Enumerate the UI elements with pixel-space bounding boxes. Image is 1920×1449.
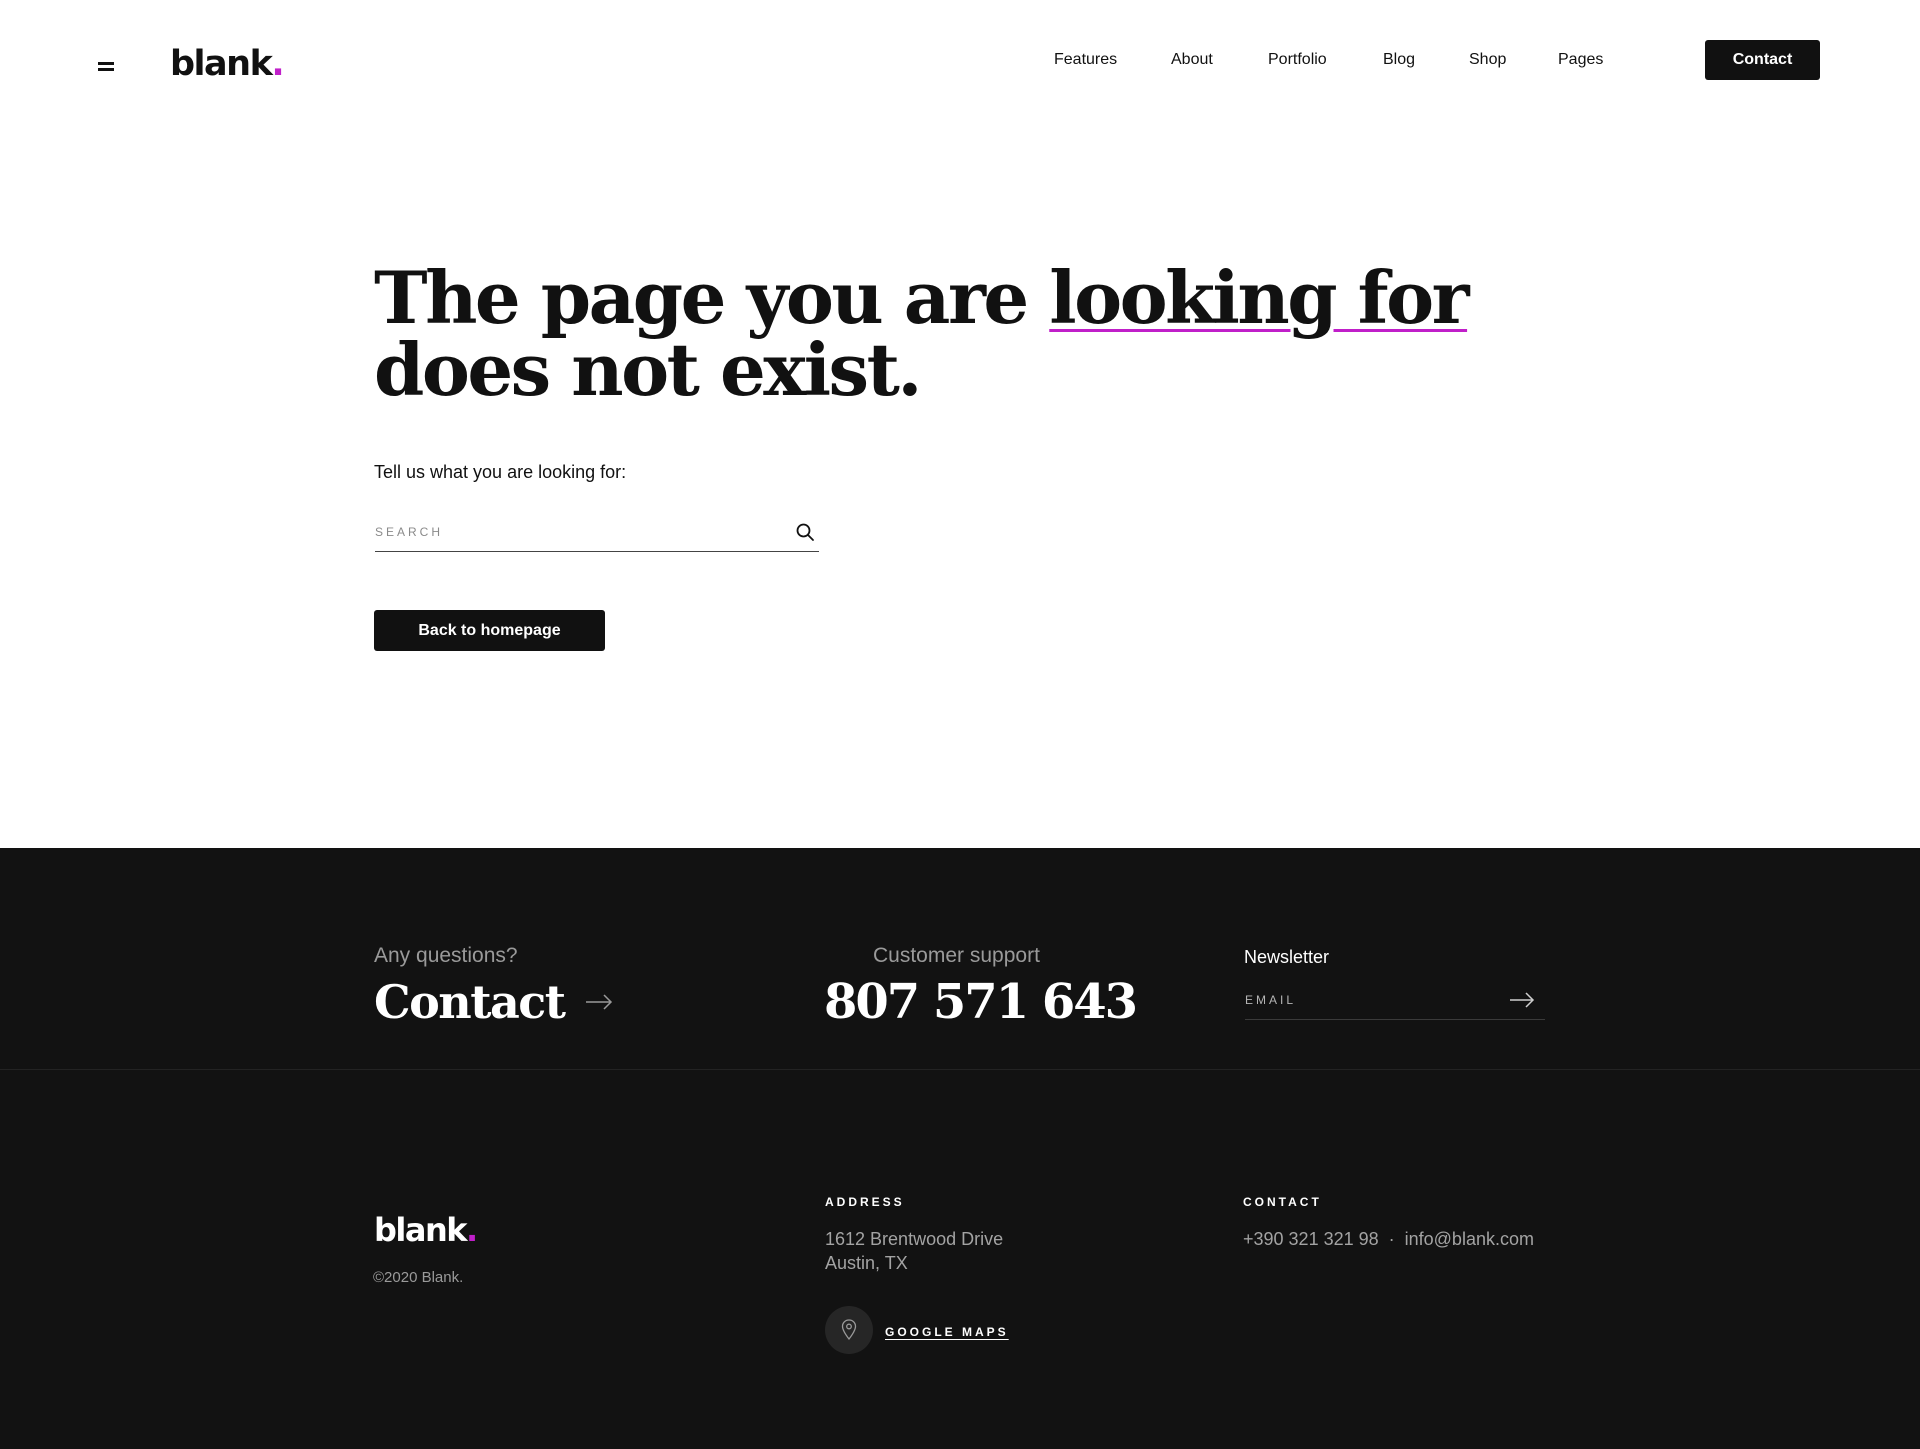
- nav-item-features[interactable]: Features: [1054, 48, 1117, 72]
- arrow-right-icon[interactable]: [1509, 992, 1535, 1008]
- footer-logo-dot: .: [466, 1211, 478, 1249]
- headline-text-line2: does not exist.: [374, 327, 922, 412]
- footer-contact-text: Contact: [374, 975, 566, 1029]
- search-prompt: Tell us what you are looking for:: [374, 462, 627, 482]
- nav-item-about[interactable]: About: [1171, 48, 1213, 72]
- footer-top: Any questions? Contact Customer support …: [0, 848, 1920, 1069]
- footer-logo[interactable]: blank.: [374, 1208, 478, 1252]
- footer-contact-link[interactable]: Contact: [374, 972, 613, 1032]
- footer-divider: [0, 1069, 1920, 1070]
- search-icon[interactable]: [795, 522, 815, 542]
- contact-heading: CONTACT: [1243, 1195, 1322, 1209]
- support-phone[interactable]: 807 571 643: [824, 972, 1138, 1032]
- arrow-right-icon: [585, 994, 612, 1010]
- contact-email[interactable]: info@blank.com: [1405, 1229, 1534, 1249]
- logo-dot: .: [271, 44, 284, 84]
- contact-info: +390 321 321 98 · info@blank.com: [1243, 1227, 1534, 1251]
- page-title: The page you are looking for does not ex…: [374, 262, 1474, 406]
- contact-separator: ·: [1388, 1229, 1395, 1249]
- logo-text: blank: [170, 44, 273, 84]
- headline-highlight: looking for: [1049, 255, 1469, 340]
- newsletter-form: [1245, 982, 1545, 1020]
- nav-item-pages[interactable]: Pages: [1558, 48, 1603, 72]
- copyright: ©2020 Blank.: [373, 1269, 464, 1286]
- google-maps-link[interactable]: GOOGLE MAPS: [885, 1324, 1009, 1340]
- back-to-homepage-button[interactable]: Back to homepage: [374, 610, 605, 651]
- nav-item-blog[interactable]: Blog: [1383, 48, 1415, 72]
- email-field[interactable]: [1245, 986, 1495, 1014]
- address-heading: ADDRESS: [825, 1195, 905, 1209]
- nav-item-shop[interactable]: Shop: [1469, 48, 1506, 72]
- site-header: blank. Features About Portfolio Blog Sho…: [0, 0, 1920, 120]
- newsletter-title: Newsletter: [1244, 947, 1330, 967]
- nav-item-portfolio[interactable]: Portfolio: [1268, 48, 1327, 72]
- footer-logo-text: blank: [374, 1211, 468, 1249]
- support-label: Customer support: [873, 944, 1040, 967]
- search-input[interactable]: [375, 518, 775, 546]
- questions-label: Any questions?: [374, 944, 518, 967]
- site-logo[interactable]: blank.: [170, 40, 285, 88]
- site-footer: Any questions? Contact Customer support …: [0, 848, 1920, 1449]
- address-line-2: Austin, TX: [825, 1253, 908, 1273]
- page: blank. Features About Portfolio Blog Sho…: [0, 0, 1920, 1449]
- search-form: [375, 514, 819, 552]
- address-line-1: 1612 Brentwood Drive: [825, 1229, 1004, 1249]
- contact-phone[interactable]: +390 321 321 98: [1243, 1229, 1379, 1249]
- menu-icon[interactable]: [98, 62, 116, 72]
- contact-button[interactable]: Contact: [1705, 40, 1820, 80]
- map-pin-icon[interactable]: [825, 1306, 873, 1354]
